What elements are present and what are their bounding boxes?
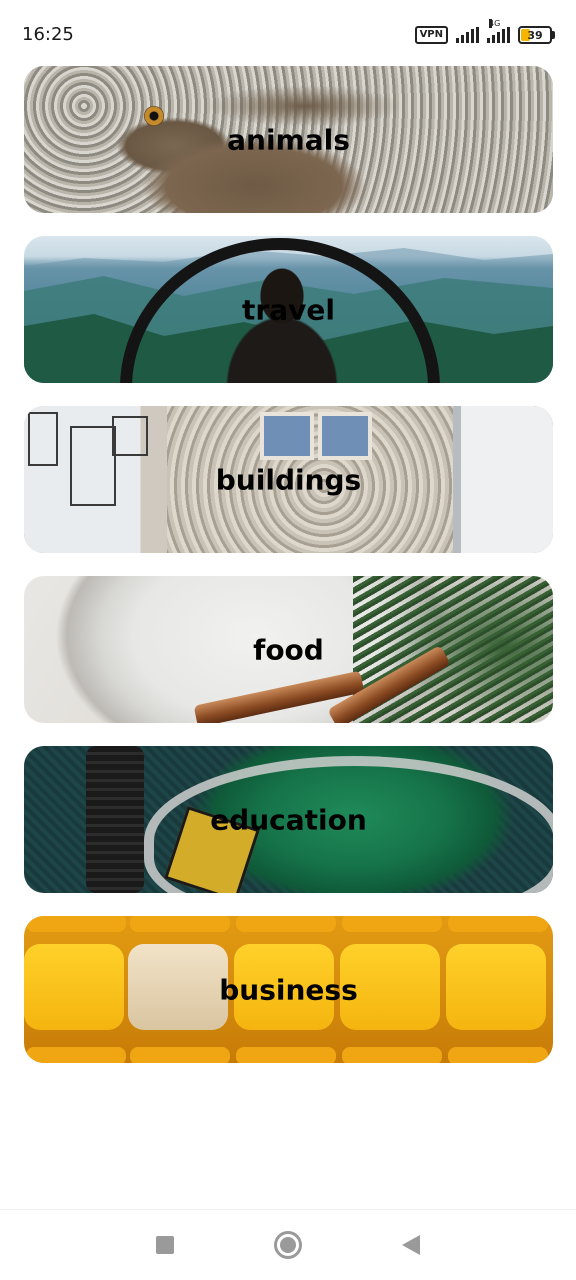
system-nav-bar	[0, 1209, 576, 1280]
category-card-food[interactable]: food	[24, 576, 553, 723]
balcony	[28, 412, 58, 466]
battery-icon: 39	[518, 26, 555, 44]
lego-stud	[236, 1047, 336, 1063]
balcony	[112, 416, 148, 456]
lego-stud	[342, 916, 442, 932]
category-card-travel[interactable]: travel	[24, 236, 553, 383]
status-time: 16:25	[22, 24, 74, 45]
status-bar: 16:25 VPN 4G 39	[0, 0, 576, 68]
lego-stud	[26, 1047, 126, 1063]
lego-stud	[448, 916, 548, 932]
lego-stud	[130, 1047, 230, 1063]
category-label: animals	[227, 123, 350, 156]
category-label: travel	[242, 293, 335, 326]
category-card-education[interactable]: education	[24, 746, 553, 893]
category-label: buildings	[215, 463, 362, 496]
network-type: 4G	[489, 19, 501, 28]
lego-stud	[130, 916, 230, 932]
vpn-icon: VPN	[414, 26, 448, 44]
category-card-buildings[interactable]: buildings	[24, 406, 553, 553]
lego-stud	[448, 1047, 548, 1063]
category-label: education	[210, 803, 367, 836]
home-icon[interactable]	[274, 1231, 302, 1259]
status-icons: VPN 4G 39	[414, 19, 555, 46]
signal-4g-icon: 4G	[487, 19, 510, 43]
category-label: business	[219, 973, 358, 1006]
recent-apps-icon[interactable]	[156, 1236, 174, 1254]
signal-icon	[456, 27, 479, 43]
back-icon[interactable]	[402, 1235, 420, 1255]
battery-level: 39	[527, 28, 543, 42]
window	[260, 412, 314, 460]
window	[318, 412, 372, 460]
category-label: food	[253, 633, 324, 666]
category-card-animals[interactable]: animals	[24, 66, 553, 213]
category-card-business[interactable]: business	[24, 916, 553, 1063]
lego-stud	[342, 1047, 442, 1063]
category-list: animals travel buildings food education …	[24, 66, 553, 1086]
lego-stud	[236, 916, 336, 932]
lego-stud	[26, 916, 126, 932]
